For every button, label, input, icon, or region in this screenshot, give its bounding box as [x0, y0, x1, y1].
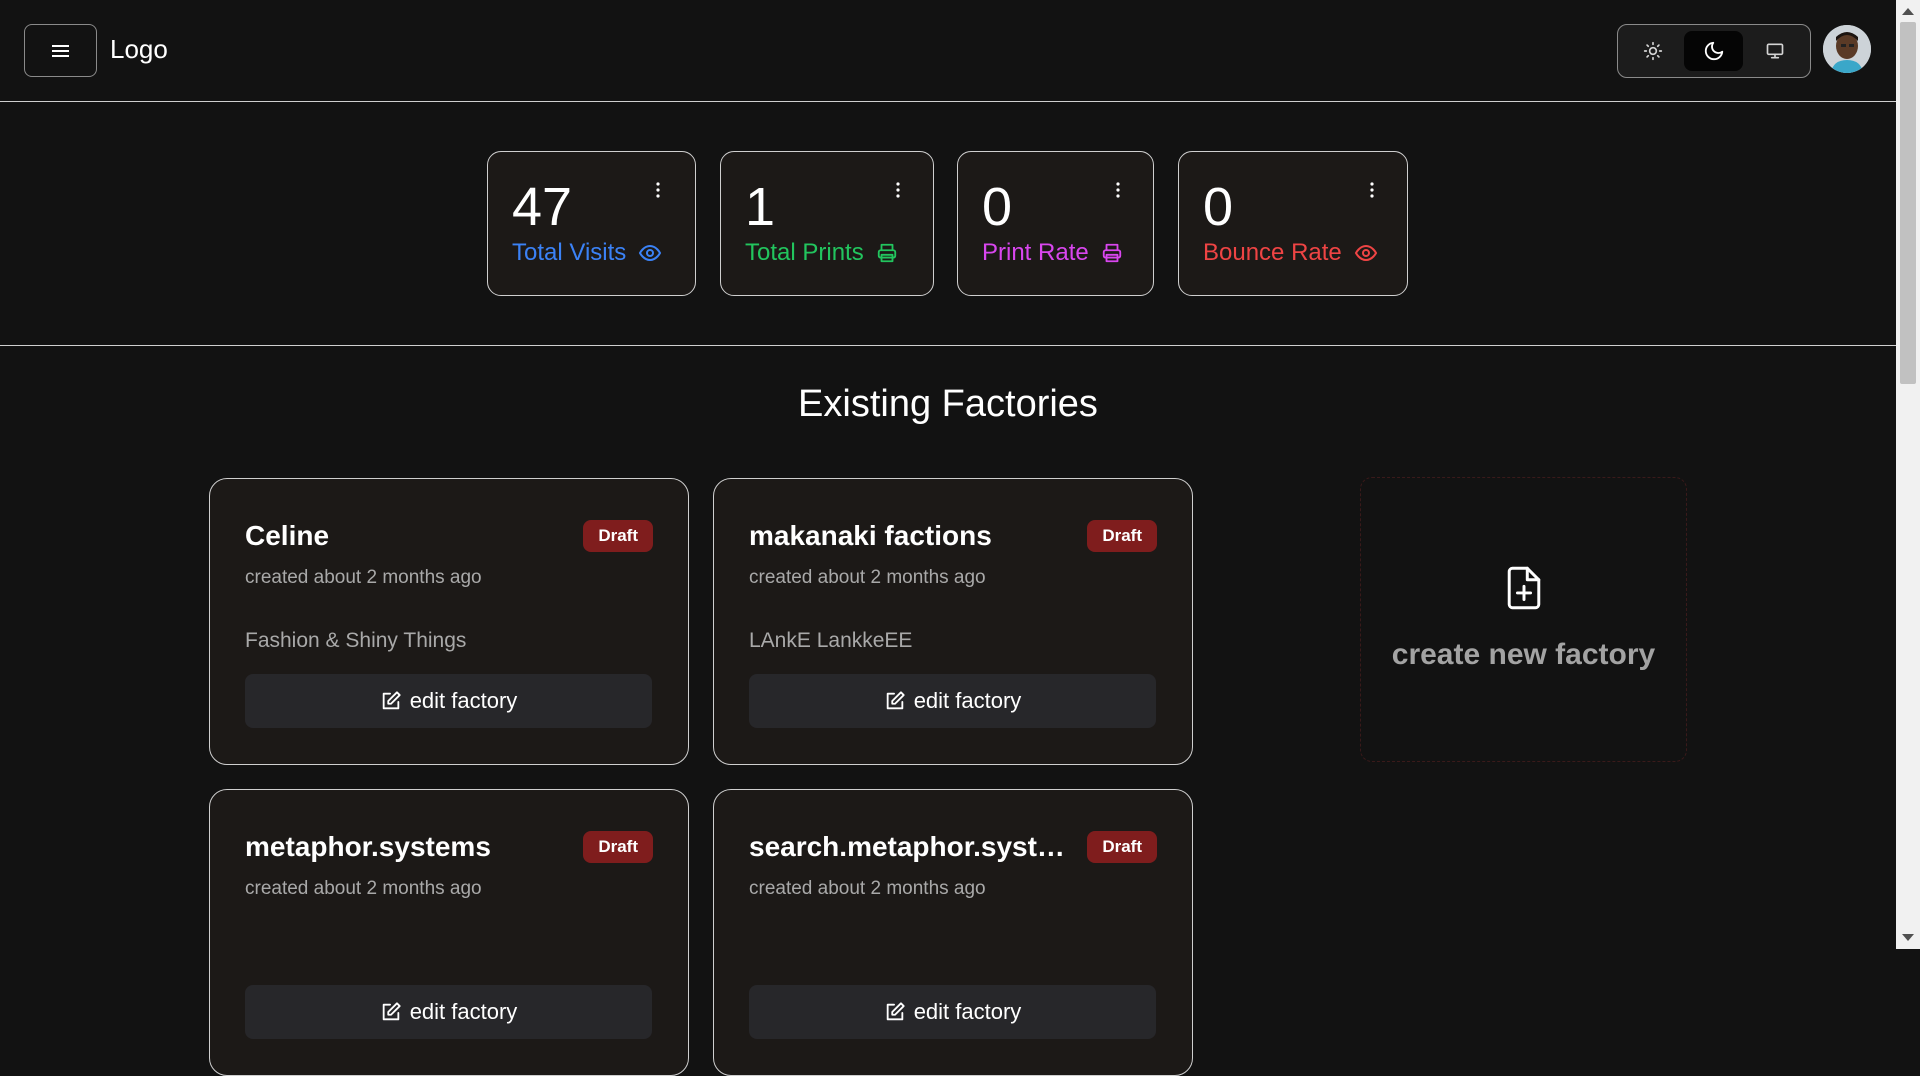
- page-scrollbar[interactable]: [1896, 0, 1920, 949]
- create-factory-card[interactable]: create new factory: [1360, 477, 1687, 762]
- theme-system-button[interactable]: [1745, 31, 1804, 71]
- stat-card-total-visits: 47 Total Visits: [487, 151, 696, 296]
- edit-factory-label: edit factory: [913, 999, 1022, 1024]
- edit-factory-label: edit factory: [913, 688, 1022, 713]
- stat-menu-button[interactable]: [1362, 178, 1382, 202]
- more-vertical-icon: [656, 182, 660, 198]
- factory-created: created about 2 months ago: [245, 878, 482, 899]
- edit-icon: [382, 1002, 401, 1021]
- scroll-up-arrow-icon[interactable]: [1902, 8, 1914, 15]
- factory-card: metaphor.systems Draft created about 2 m…: [209, 789, 689, 1076]
- hamburger-menu-icon: [51, 44, 69, 57]
- theme-light-button[interactable]: [1623, 31, 1682, 71]
- more-vertical-icon: [1370, 182, 1374, 198]
- factory-name: makanaki factions: [749, 520, 992, 551]
- stat-label: Bounce Rate: [1203, 239, 1378, 267]
- printer-icon: [1102, 243, 1121, 263]
- factory-description: LAnkE LankkeEE: [749, 629, 913, 652]
- factory-card: makanaki factions Draft created about 2 …: [713, 478, 1193, 765]
- factory-created: created about 2 months ago: [245, 567, 482, 588]
- theme-dark-button[interactable]: [1684, 31, 1743, 71]
- status-badge: Draft: [583, 831, 653, 863]
- status-badge: Draft: [583, 520, 653, 552]
- factory-created: created about 2 months ago: [749, 878, 986, 899]
- scrollbar-thumb[interactable]: [1900, 22, 1916, 384]
- stat-menu-button[interactable]: [1108, 178, 1128, 202]
- eye-icon: [1354, 244, 1377, 262]
- stat-card-bounce-rate: 0 Bounce Rate: [1178, 151, 1408, 296]
- stat-label: Total Prints: [745, 239, 898, 267]
- stat-label-text: Bounce Rate: [1203, 239, 1342, 266]
- scroll-down-arrow-icon[interactable]: [1902, 934, 1914, 941]
- status-badge: Draft: [1087, 831, 1157, 863]
- stat-value: 0: [982, 177, 1013, 237]
- factory-name: search.metaphor.systems: [749, 831, 1069, 862]
- more-vertical-icon: [1116, 182, 1120, 198]
- edit-factory-label: edit factory: [409, 999, 518, 1024]
- theme-switcher: [1617, 24, 1811, 78]
- stat-card-total-prints: 1 Total Prints: [720, 151, 934, 296]
- stat-label: Total Visits: [512, 239, 662, 267]
- edit-icon: [886, 691, 905, 710]
- edit-icon: [886, 1002, 905, 1021]
- edit-factory-label: edit factory: [409, 688, 518, 713]
- edit-factory-button[interactable]: edit factory: [749, 674, 1156, 728]
- stat-value: 47: [512, 177, 573, 237]
- logo[interactable]: Logo: [110, 34, 168, 65]
- eye-icon: [639, 244, 662, 262]
- stat-value: 0: [1203, 177, 1234, 237]
- user-avatar[interactable]: [1823, 25, 1871, 73]
- edit-factory-button[interactable]: edit factory: [749, 985, 1156, 1039]
- create-factory-label: create new factory: [1391, 638, 1656, 671]
- more-vertical-icon: [896, 182, 900, 198]
- factory-name: Celine: [245, 520, 330, 551]
- factory-description: Fashion & Shiny Things: [245, 629, 467, 652]
- factory-name: metaphor.systems: [245, 831, 491, 862]
- factory-card: search.metaphor.systems Draft created ab…: [713, 789, 1193, 1076]
- stats-section: 47 Total Visits 1 Total Prints 0 Print R…: [0, 102, 1896, 346]
- printer-icon: [877, 243, 896, 263]
- stat-value: 1: [745, 177, 776, 237]
- moon-icon: [1704, 41, 1723, 61]
- file-plus-icon: [1507, 566, 1541, 610]
- stat-label-text: Total Prints: [745, 239, 864, 266]
- factory-card: Celine Draft created about 2 months ago …: [209, 478, 689, 765]
- monitor-icon: [1766, 43, 1783, 59]
- stat-label: Print Rate: [982, 239, 1123, 267]
- edit-icon: [382, 691, 401, 710]
- stat-label-text: Print Rate: [982, 239, 1089, 266]
- section-title: Existing Factories: [798, 383, 1098, 425]
- edit-factory-button[interactable]: edit factory: [245, 985, 652, 1039]
- top-header: Logo: [0, 0, 1896, 102]
- sun-icon: [1643, 41, 1662, 61]
- stat-menu-button[interactable]: [888, 178, 908, 202]
- status-badge: Draft: [1087, 520, 1157, 552]
- stat-menu-button[interactable]: [648, 178, 668, 202]
- edit-factory-button[interactable]: edit factory: [245, 674, 652, 728]
- menu-button[interactable]: [24, 24, 97, 77]
- stat-card-print-rate: 0 Print Rate: [957, 151, 1154, 296]
- stat-label-text: Total Visits: [512, 239, 627, 266]
- factory-created: created about 2 months ago: [749, 567, 986, 588]
